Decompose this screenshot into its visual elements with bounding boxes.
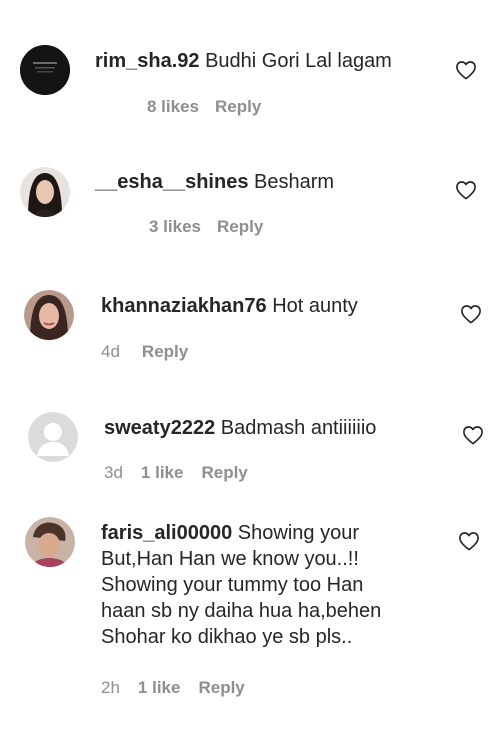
- comment-username[interactable]: faris_ali00000: [101, 522, 232, 544]
- heart-outline-icon[interactable]: [460, 304, 482, 324]
- comment-username[interactable]: khannaziakhan76: [101, 295, 267, 317]
- comment-time: 4d: [101, 342, 120, 361]
- comment-body: Besharm: [254, 171, 335, 193]
- comment-item: faris_ali00000 Showing your But,Han Han …: [0, 500, 500, 750]
- comment-meta: 4d Reply: [101, 342, 188, 362]
- reply-button[interactable]: Reply: [198, 678, 244, 698]
- comment-username[interactable]: sweaty2222: [104, 417, 215, 439]
- comment-item: sweaty2222 Badmash antiiiiiio 3d 1 like …: [0, 380, 500, 500]
- comment-body: Hot aunty: [272, 295, 358, 317]
- reply-button[interactable]: Reply: [215, 97, 261, 117]
- comment-likes[interactable]: 8 likes: [147, 97, 199, 117]
- heart-outline-icon[interactable]: [458, 531, 480, 551]
- comment-meta: 3d 1 like Reply: [104, 463, 248, 483]
- comment-username[interactable]: __esha__shines: [95, 171, 248, 193]
- comment-text: sweaty2222 Badmash antiiiiiio: [104, 415, 454, 441]
- comment-time: 2h: [101, 678, 120, 697]
- comment-meta: 8 likes Reply: [95, 97, 261, 117]
- avatar[interactable]: [24, 290, 74, 340]
- comment-item: khannaziakhan76 Hot aunty 4d Reply: [0, 250, 500, 380]
- default-avatar-icon[interactable]: [28, 412, 78, 462]
- avatar[interactable]: [20, 45, 70, 95]
- comment-username[interactable]: rim_sha.92: [95, 50, 200, 72]
- comment-meta: 3 likes Reply: [95, 217, 263, 237]
- comment-item: __esha__shines Besharm 3 likes Reply: [0, 130, 500, 250]
- heart-outline-icon[interactable]: [462, 425, 484, 445]
- comment-text: __esha__shines Besharm: [95, 169, 445, 195]
- comment-body: Budhi Gori Lal lagam: [205, 50, 392, 72]
- comment-text: khannaziakhan76 Hot aunty: [101, 293, 451, 319]
- avatar[interactable]: [20, 167, 70, 217]
- heart-outline-icon[interactable]: [455, 60, 477, 80]
- comment-likes[interactable]: 1 like: [141, 463, 184, 483]
- comment-meta: 2h 1 like Reply: [101, 678, 245, 698]
- reply-button[interactable]: Reply: [217, 217, 263, 237]
- comment-text: faris_ali00000 Showing your But,Han Han …: [101, 520, 391, 650]
- reply-button[interactable]: Reply: [142, 342, 188, 362]
- comment-body: Badmash antiiiiiio: [220, 417, 377, 439]
- comment-likes[interactable]: 1 like: [138, 678, 181, 698]
- heart-outline-icon[interactable]: [455, 180, 477, 200]
- comment-item: rim_sha.92 Budhi Gori Lal lagam 8 likes …: [0, 0, 500, 130]
- avatar[interactable]: [25, 517, 75, 567]
- comment-text: rim_sha.92 Budhi Gori Lal lagam: [95, 48, 445, 74]
- comment-likes[interactable]: 3 likes: [149, 217, 201, 237]
- comment-time: 3d: [104, 463, 123, 482]
- reply-button[interactable]: Reply: [201, 463, 247, 483]
